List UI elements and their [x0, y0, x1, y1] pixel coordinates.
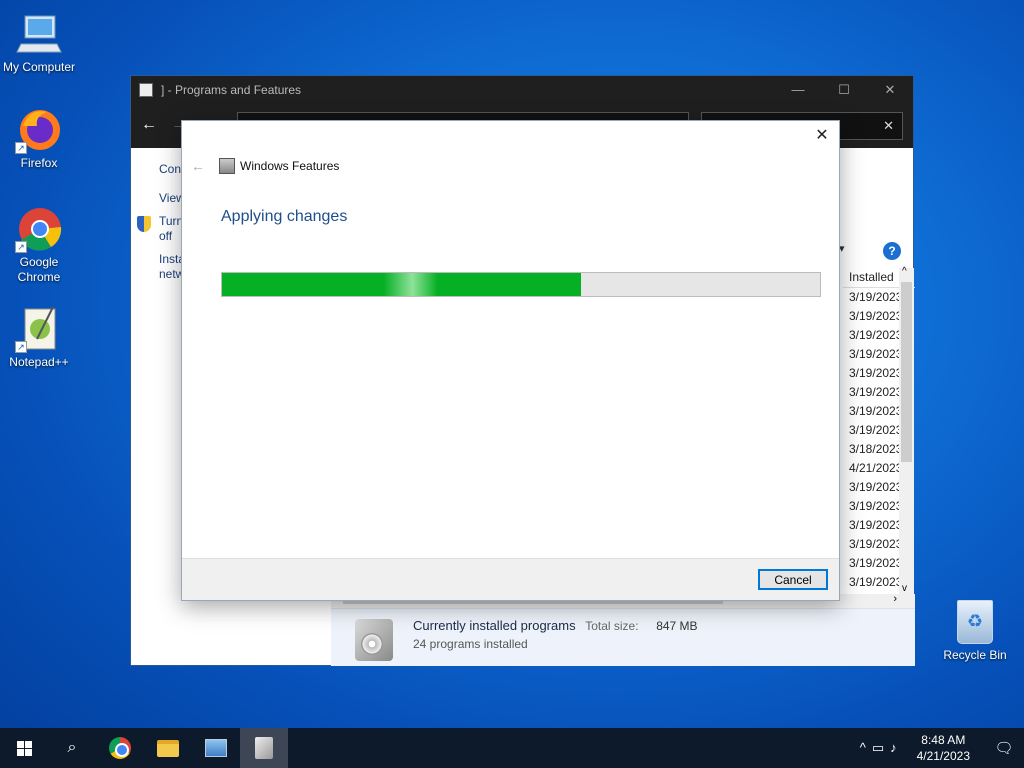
progress-bar-fill: [222, 273, 581, 296]
cancel-button[interactable]: Cancel: [758, 569, 828, 590]
desktop-icon-firefox[interactable]: ↗ Firefox: [1, 106, 77, 171]
taskbar-control-panel[interactable]: [192, 728, 240, 768]
network-icon[interactable]: ▭: [872, 740, 890, 755]
installed-programs-icon: [355, 619, 393, 661]
shortcut-arrow-icon: ↗: [15, 142, 27, 154]
search-button[interactable]: ⌕: [48, 728, 96, 768]
dialog-footer: Cancel: [182, 558, 839, 600]
close-button[interactable]: ✕: [867, 82, 913, 98]
minimize-button[interactable]: —: [775, 82, 821, 98]
taskbar-chrome[interactable]: [96, 728, 144, 768]
desktop-icon-label: My Computer: [2, 60, 76, 74]
maximize-button[interactable]: ☐: [821, 82, 867, 98]
shortcut-arrow-icon: ↗: [15, 341, 27, 353]
windows-features-dialog: ✕ ← Windows Features Applying changes Ca…: [181, 120, 840, 601]
help-icon[interactable]: ?: [883, 242, 901, 260]
chevron-up-icon[interactable]: ^: [860, 740, 872, 755]
notification-icon[interactable]: 🗨: [984, 739, 1024, 757]
dialog-heading: Applying changes: [221, 208, 348, 225]
window-titlebar[interactable]: ] - Programs and Features — ☐ ✕: [131, 76, 913, 104]
desktop-icon-label: Google Chrome: [17, 255, 61, 284]
desktop-icon-label: Notepad++: [9, 355, 69, 369]
shortcut-arrow-icon: ↗: [15, 241, 27, 253]
search-icon: ⌕: [67, 739, 77, 756]
desktop-icon-chrome[interactable]: ↗ Google Chrome: [1, 205, 77, 285]
back-arrow-icon[interactable]: ←: [141, 116, 157, 134]
clock-date: 4/21/2023: [916, 749, 970, 763]
total-size-label: Total size:: [585, 619, 639, 633]
windows-features-icon: [219, 158, 235, 174]
dialog-close-icon[interactable]: ✕: [813, 127, 831, 145]
folder-icon: [157, 739, 179, 757]
programs-count: 24 programs installed: [413, 637, 528, 651]
window-title: ] - Programs and Features: [161, 83, 302, 97]
desktop-icon-recycle-bin[interactable]: Recycle Bin: [940, 600, 1010, 662]
programs-features-icon: [255, 737, 273, 759]
desktop-icon-label: Recycle Bin: [943, 648, 1007, 662]
desktop-icon-notepadpp[interactable]: ↗ Notepad++: [1, 305, 77, 370]
scrollbar-thumb[interactable]: [901, 282, 912, 462]
clock-time: 8:48 AM: [921, 733, 966, 747]
dialog-back-arrow-icon[interactable]: ←: [191, 158, 205, 174]
vertical-scrollbar[interactable]: ^ v: [899, 266, 914, 594]
scroll-up-icon[interactable]: ^: [902, 266, 907, 277]
start-button[interactable]: [0, 728, 48, 768]
volume-icon[interactable]: ♪: [890, 740, 903, 755]
chrome-icon: ↗: [15, 205, 63, 253]
windows-logo-icon: [16, 740, 32, 756]
tray-icons[interactable]: ^▭♪: [860, 740, 903, 756]
progress-bar: [221, 272, 821, 297]
taskbar-programs-features[interactable]: [240, 728, 288, 768]
uac-shield-icon: [137, 216, 151, 232]
taskbar-file-explorer[interactable]: [144, 728, 192, 768]
dialog-title: Windows Features: [240, 159, 340, 173]
system-tray: ^▭♪ 8:48 AM 4/21/2023 🗨: [860, 732, 1024, 764]
programs-features-icon: [139, 83, 153, 97]
details-pane: Currently installed programs Total size:…: [331, 608, 915, 666]
clock[interactable]: 8:48 AM 4/21/2023: [917, 732, 970, 764]
scroll-right-icon[interactable]: ›: [893, 593, 897, 605]
firefox-icon: ↗: [15, 106, 63, 154]
taskbar: ⌕ ^▭♪ 8:48 AM 4/21/2023 🗨: [0, 728, 1024, 768]
search-clear-icon[interactable]: ✕: [883, 118, 894, 133]
scroll-down-icon[interactable]: v: [902, 583, 907, 594]
desktop-icon-label: Firefox: [20, 156, 58, 170]
chrome-icon: [109, 737, 131, 759]
total-size-value: 847 MB: [656, 619, 698, 633]
recycle-bin-icon: [957, 600, 993, 644]
control-panel-icon: [205, 739, 227, 757]
computer-icon: [15, 10, 63, 58]
details-title: Currently installed programs: [413, 618, 576, 633]
desktop-icon-my-computer[interactable]: My Computer: [1, 10, 77, 75]
notepad-plus-plus-icon: ↗: [15, 305, 63, 353]
